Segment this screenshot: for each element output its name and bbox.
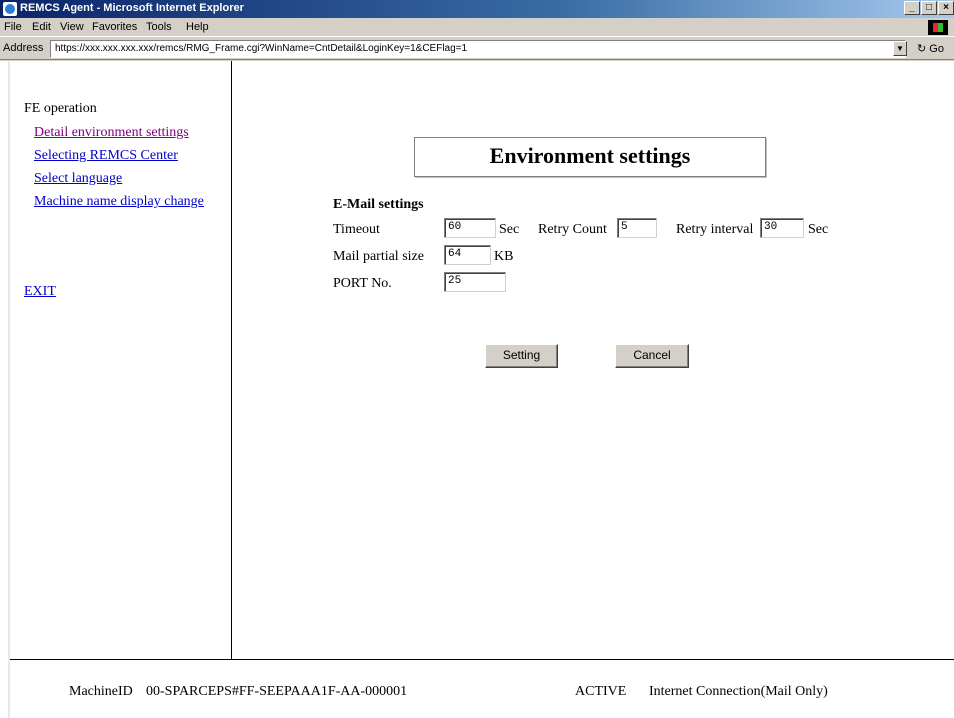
window-title: REMCS Agent - Microsoft Internet Explore… — [20, 2, 244, 14]
menu-help[interactable]: Help — [186, 21, 209, 33]
menu-favorites[interactable]: Favorites — [92, 21, 137, 33]
page-area-top — [0, 61, 954, 81]
timeout-input[interactable]: 60 — [444, 218, 496, 238]
menu-edit[interactable]: Edit — [32, 21, 51, 33]
status-frame-divider — [10, 659, 954, 660]
mail-partial-size-label: Mail partial size — [333, 249, 424, 264]
mail-partial-size-input[interactable]: 64 — [444, 245, 491, 265]
retry-count-label: Retry Count — [538, 222, 607, 237]
maximize-button[interactable]: □ — [921, 1, 937, 15]
retry-count-input[interactable]: 5 — [617, 218, 657, 238]
minimize-button[interactable]: _ — [904, 1, 920, 15]
address-label: Address — [3, 42, 44, 54]
nav-link-select-language[interactable]: Select language — [34, 171, 122, 187]
page-title: Environment settings — [414, 137, 766, 177]
go-label: Go — [929, 43, 944, 55]
machine-id-value: 00-SPARCEPS#FF-SEEPAAA1F-AA-000001 — [146, 684, 408, 699]
cancel-button[interactable]: Cancel — [615, 344, 689, 368]
frame-border — [8, 61, 10, 718]
nav-link-machine-name-display-change[interactable]: Machine name display change — [34, 194, 204, 210]
timeout-label: Timeout — [333, 222, 380, 237]
setting-button[interactable]: Setting — [485, 344, 558, 368]
menu-view[interactable]: View — [60, 21, 84, 33]
timeout-unit: Sec — [499, 222, 520, 237]
go-button[interactable]: ↻ Go — [917, 42, 944, 55]
nav-link-selecting-remcs-center[interactable]: Selecting REMCS Center — [34, 148, 178, 164]
title-bar[interactable]: REMCS Agent - Microsoft Internet Explore… — [0, 0, 954, 18]
mail-partial-size-unit: KB — [494, 249, 514, 264]
retry-interval-input[interactable]: 30 — [760, 218, 804, 238]
exit-link[interactable]: EXIT — [24, 284, 56, 300]
menu-bar: File Edit View Favorites Tools Help — [0, 18, 954, 37]
port-label: PORT No. — [333, 276, 392, 291]
windows-logo-icon — [928, 20, 948, 35]
close-button[interactable]: × — [938, 1, 954, 15]
nav-heading: FE operation — [24, 101, 97, 116]
port-input[interactable]: 25 — [444, 272, 506, 292]
retry-interval-unit: Sec — [808, 222, 829, 237]
menu-file[interactable]: File — [4, 21, 22, 33]
status-state: ACTIVE — [575, 684, 627, 699]
ie-icon — [3, 2, 17, 16]
connection-type: Internet Connection(Mail Only) — [649, 684, 828, 699]
go-arrow-icon: ↻ — [917, 43, 927, 55]
section-title: E-Mail settings — [333, 197, 424, 212]
nav-link-detail-environment-settings[interactable]: Detail environment settings — [34, 125, 189, 141]
menu-tools[interactable]: Tools — [146, 21, 172, 33]
machine-id-label: MachineID — [69, 684, 133, 699]
retry-interval-label: Retry interval — [676, 222, 754, 237]
address-bar: Address https://xxx.xxx.xxx.xxx/remcs/RM… — [0, 38, 954, 60]
frame-divider-top — [231, 61, 232, 81]
address-dropdown-icon[interactable]: ▼ — [893, 41, 907, 56]
address-field[interactable]: https://xxx.xxx.xxx.xxx/remcs/RMG_Frame.… — [50, 40, 906, 58]
frame-divider — [231, 81, 232, 659]
